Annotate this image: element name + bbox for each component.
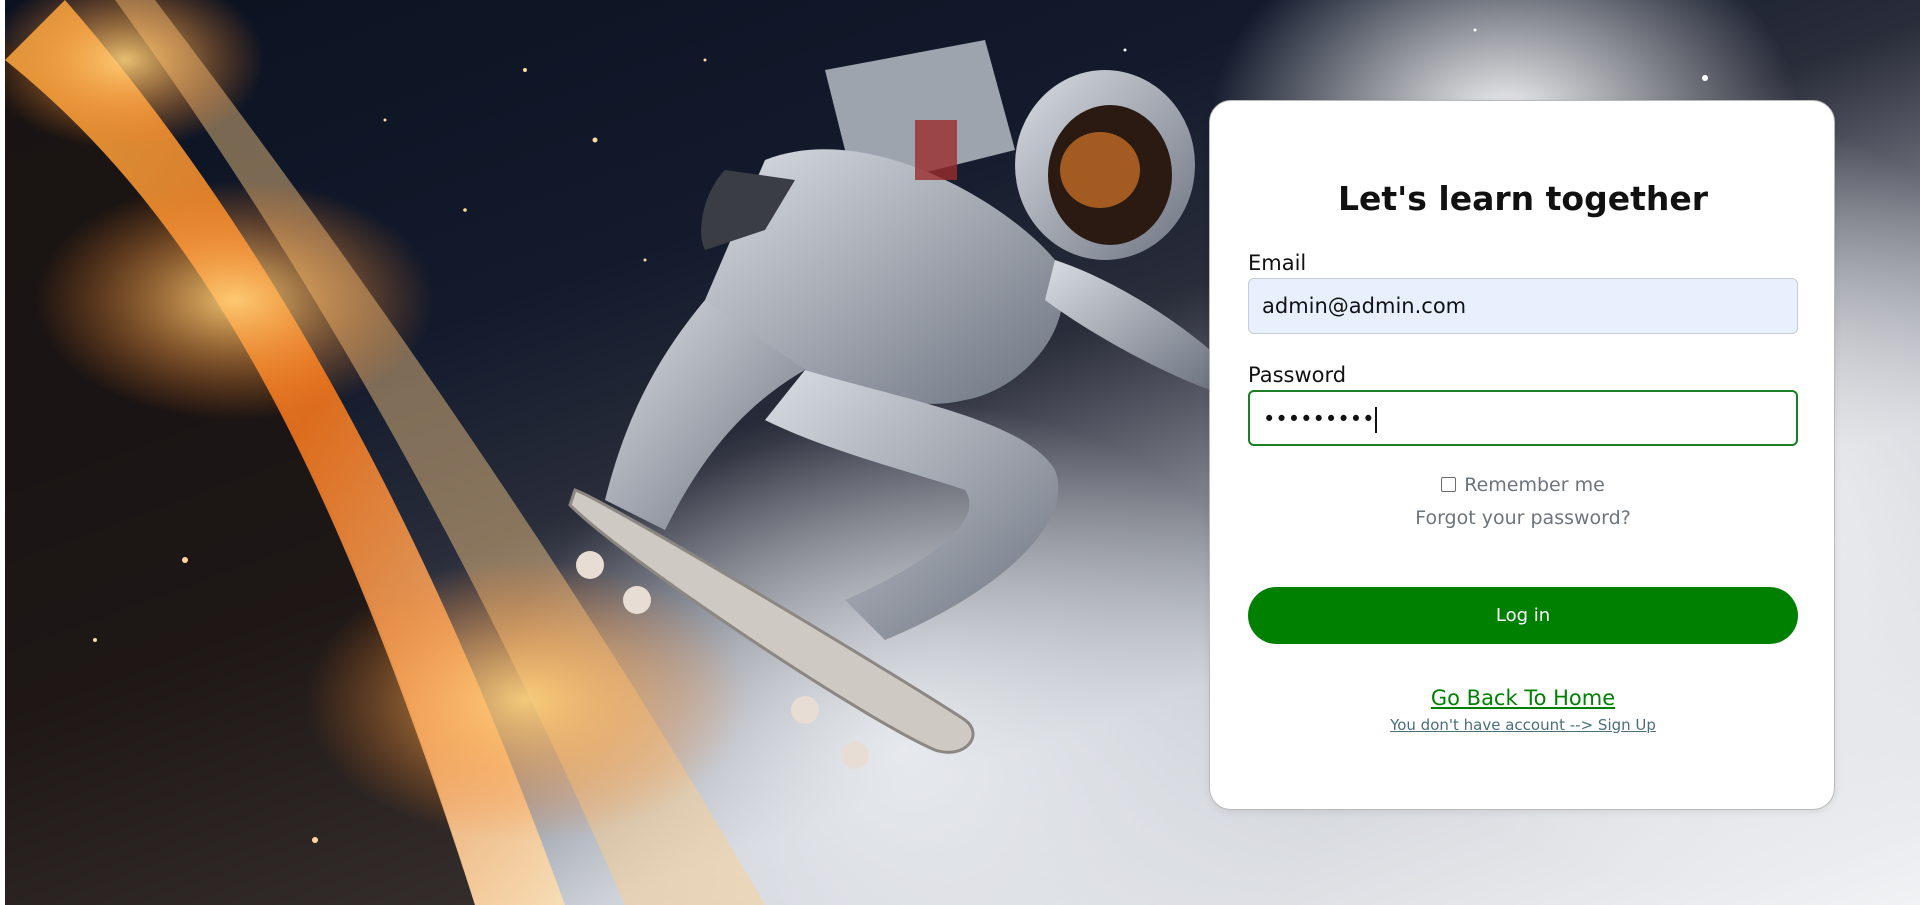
remember-me-checkbox[interactable] bbox=[1441, 477, 1457, 492]
password-field[interactable]: ••••••••• bbox=[1248, 390, 1798, 446]
email-label: Email bbox=[1248, 251, 1307, 275]
password-value: ••••••••• bbox=[1263, 407, 1375, 431]
email-field[interactable]: admin@admin.com bbox=[1248, 278, 1798, 334]
login-page: Let's learn together Email admin@admin.c… bbox=[0, 0, 1920, 905]
login-card: Let's learn together Email admin@admin.c… bbox=[1209, 100, 1835, 810]
remember-me-row: Remember me bbox=[1210, 473, 1836, 497]
remember-me-label[interactable]: Remember me bbox=[1464, 474, 1605, 496]
password-label: Password bbox=[1248, 363, 1347, 387]
page-title: Let's learn together bbox=[1337, 179, 1708, 218]
signup-link[interactable]: You don't have account --> Sign Up bbox=[1210, 715, 1836, 735]
email-value: admin@admin.com bbox=[1262, 294, 1467, 318]
forgot-password-link[interactable]: Forgot your password? bbox=[1210, 506, 1836, 530]
go-back-home-link[interactable]: Go Back To Home bbox=[1210, 684, 1836, 712]
text-caret bbox=[1375, 407, 1378, 433]
login-button[interactable]: Log in bbox=[1248, 587, 1798, 644]
astronaut-graphic bbox=[605, 40, 1210, 640]
